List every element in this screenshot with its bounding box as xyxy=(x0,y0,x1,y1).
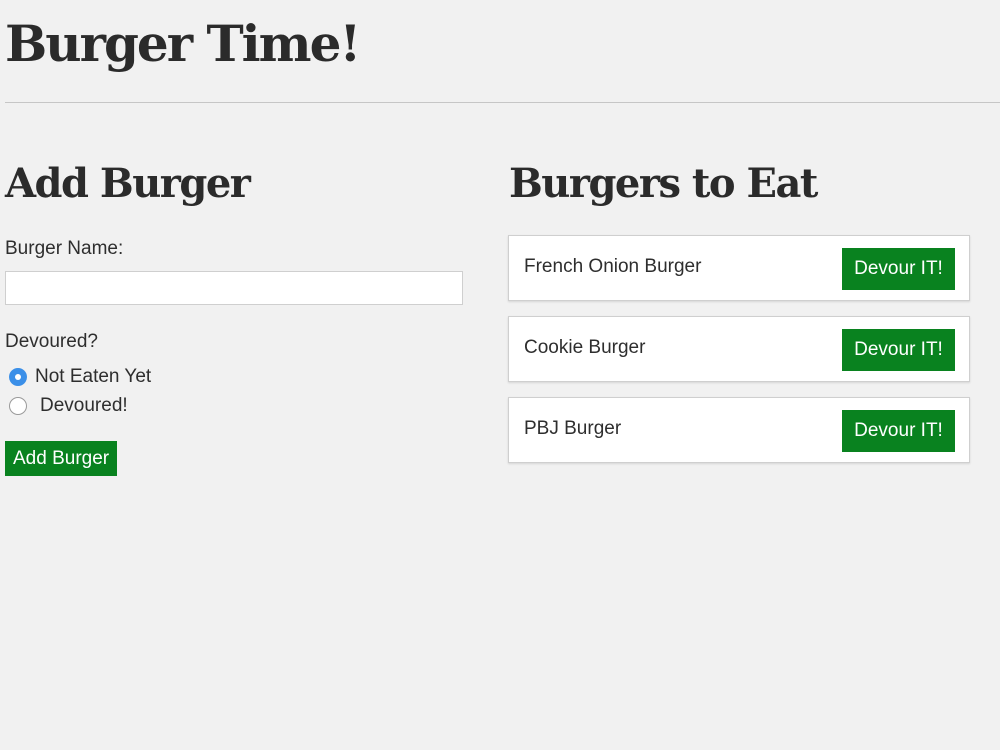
header-divider xyxy=(5,102,1000,103)
radio-not-eaten-yet[interactable]: Not Eaten Yet xyxy=(9,366,151,388)
burger-name-label: Burger Name: xyxy=(5,238,124,259)
radio-label-devoured: Devoured! xyxy=(40,395,128,416)
devour-button[interactable]: Devour IT! xyxy=(842,248,955,290)
devour-button[interactable]: Devour IT! xyxy=(842,329,955,371)
burger-name: French Onion Burger xyxy=(524,256,702,277)
page: Burger Time! Add Burger Burger Name: Dev… xyxy=(0,0,1000,750)
radio-label-not-eaten-yet: Not Eaten Yet xyxy=(35,366,152,387)
radio-devoured[interactable]: Devoured! xyxy=(9,395,128,417)
burger-name: Cookie Burger xyxy=(524,337,646,358)
page-title: Burger Time! xyxy=(5,14,361,73)
radio-button-unchecked[interactable] xyxy=(9,397,27,415)
devoured-label: Devoured? xyxy=(5,331,98,352)
burger-name-input[interactable] xyxy=(5,271,463,305)
radio-button-checked[interactable] xyxy=(9,368,27,386)
burger-name: PBJ Burger xyxy=(524,418,622,439)
burger-card: Cookie Burger Devour IT! xyxy=(508,316,970,382)
burger-card: French Onion Burger Devour IT! xyxy=(508,235,970,301)
burgers-to-eat-heading: Burgers to Eat xyxy=(509,160,818,207)
add-burger-heading: Add Burger xyxy=(5,160,251,207)
burger-card: PBJ Burger Devour IT! xyxy=(508,397,970,463)
add-burger-button[interactable]: Add Burger xyxy=(5,441,118,476)
burger-list: French Onion Burger Devour IT! Cookie Bu… xyxy=(508,235,970,478)
devour-button[interactable]: Devour IT! xyxy=(842,410,955,452)
